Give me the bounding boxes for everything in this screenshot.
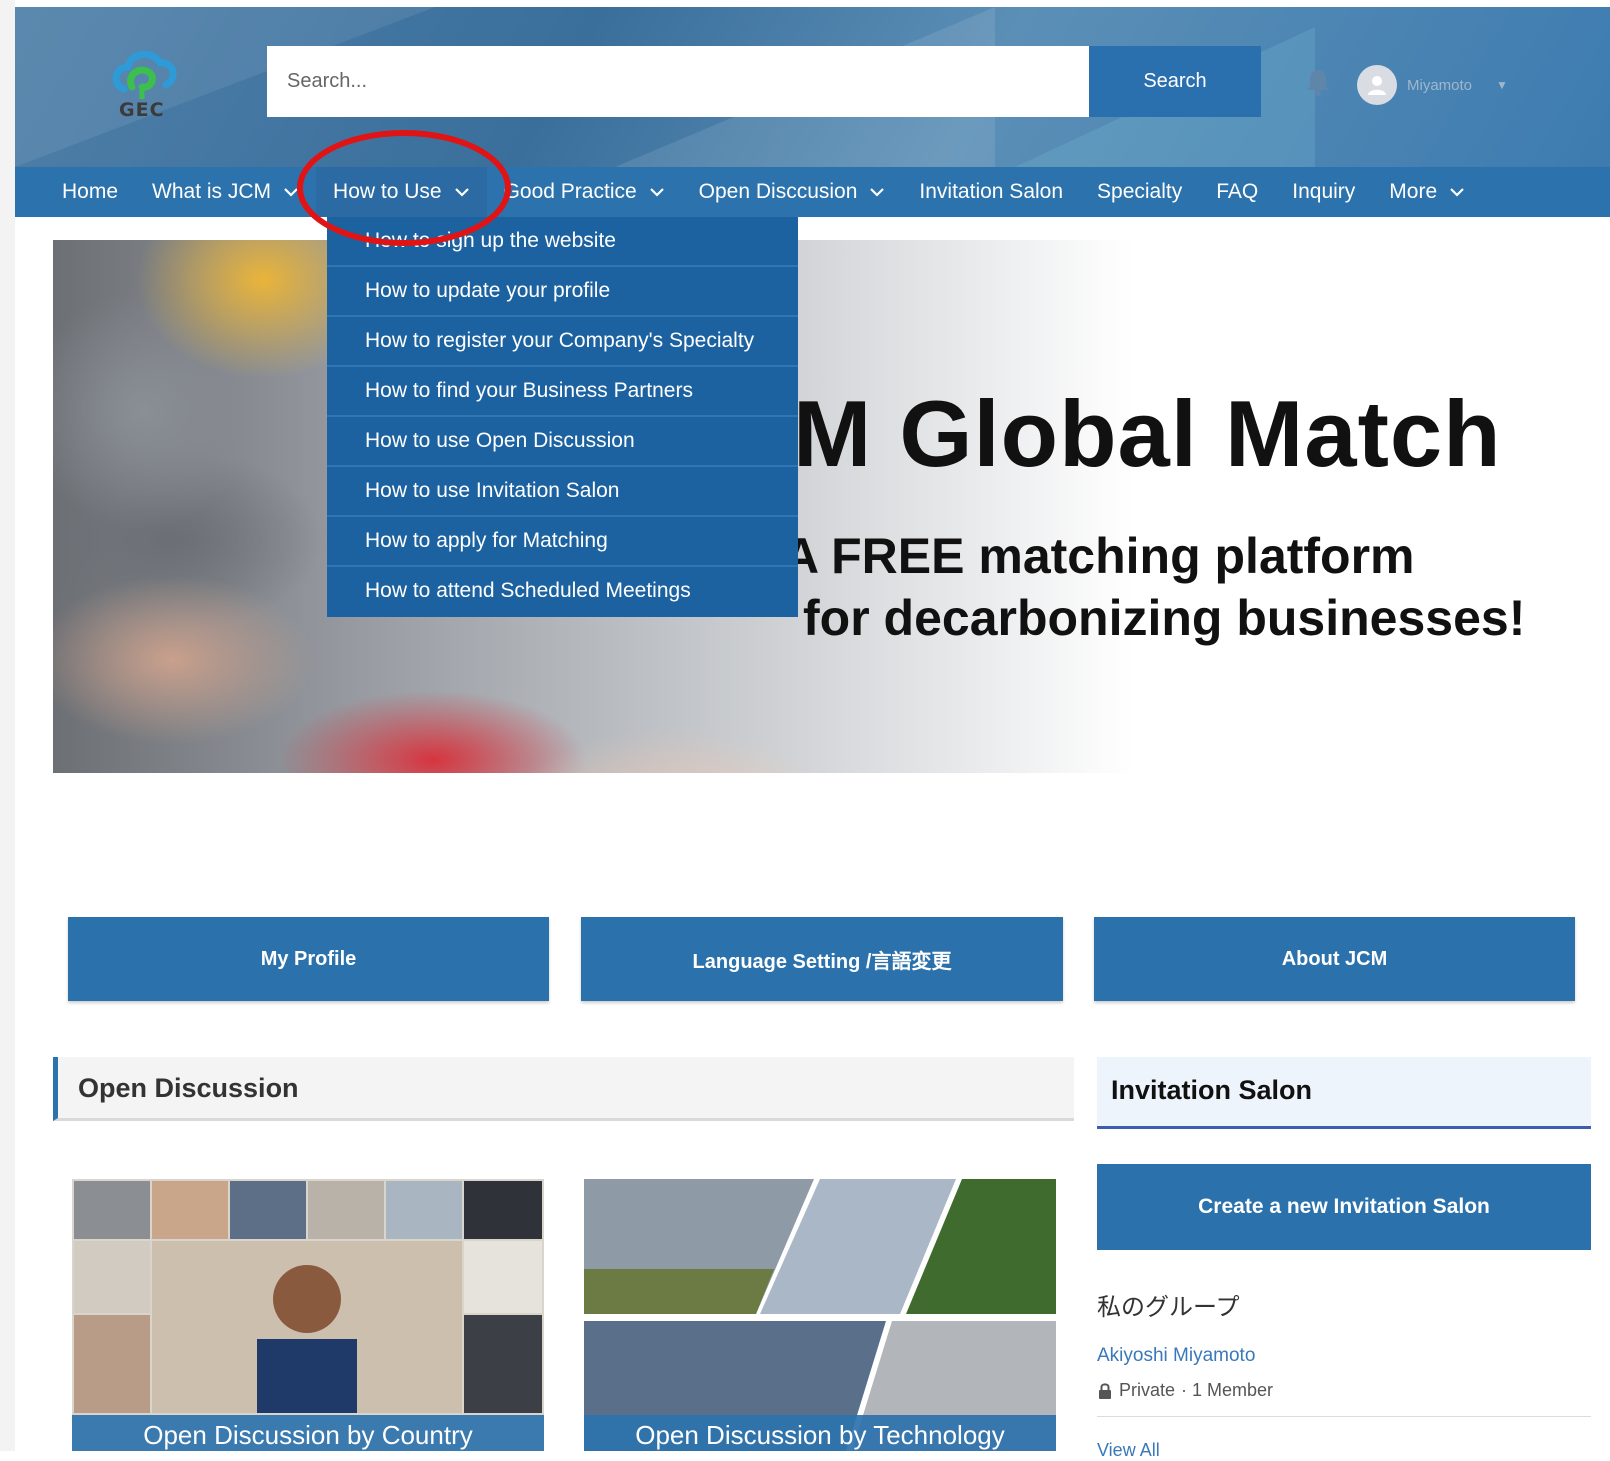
- my-profile-button[interactable]: My Profile: [68, 917, 549, 1001]
- caret-down-icon: ▼: [1496, 78, 1508, 92]
- group-privacy: Private: [1119, 1380, 1176, 1400]
- my-groups-heading: 私のグループ: [1097, 1293, 1240, 1321]
- chevron-down-icon: [1450, 188, 1464, 197]
- group-meta: Private · 1 Member: [1097, 1380, 1273, 1401]
- nav-label: How to Use: [333, 180, 442, 203]
- hero-subtitle-line2: for decarbonizing businesses!: [803, 590, 1526, 646]
- discussion-card-technology[interactable]: Open Discussion by Technology: [584, 1179, 1056, 1451]
- nav-label: More: [1389, 180, 1438, 203]
- chevron-down-icon: [649, 188, 664, 197]
- open-discussion-header: Open Discussion: [53, 1057, 1074, 1121]
- how-to-use-dropdown: How to sign up the website How to update…: [327, 217, 798, 617]
- card-caption: Open Discussion by Technology: [584, 1415, 1056, 1451]
- user-menu[interactable]: Miyamoto ▼: [1357, 65, 1508, 105]
- language-setting-button[interactable]: Language Setting /言語変更: [581, 917, 1063, 1001]
- dropdown-item[interactable]: How to use Invitation Salon: [327, 467, 798, 517]
- dropdown-item[interactable]: How to attend Scheduled Meetings: [327, 567, 798, 617]
- site-header: GEC Search Miyamoto ▼: [15, 7, 1610, 167]
- dropdown-item[interactable]: How to update your profile: [327, 267, 798, 317]
- hero-subtitle-line1: A FREE matching platform: [783, 528, 1415, 584]
- search-button[interactable]: Search: [1089, 46, 1261, 117]
- page-left-border: [0, 0, 15, 1451]
- nav-item-specialty[interactable]: Specialty: [1080, 167, 1199, 217]
- dropdown-item[interactable]: How to sign up the website: [327, 217, 798, 267]
- nav-item-what-is-jcm[interactable]: What is JCM: [135, 167, 316, 217]
- nav-label: Good Practice: [503, 180, 637, 203]
- user-name: Miyamoto: [1407, 76, 1473, 94]
- nav-item-more[interactable]: More: [1372, 167, 1482, 217]
- group-link[interactable]: Akiyoshi Miyamoto: [1097, 1345, 1255, 1367]
- nav-item-faq[interactable]: FAQ: [1199, 167, 1275, 217]
- technology-collage-image: [584, 1179, 1056, 1451]
- discussion-card-country[interactable]: Open Discussion by Country: [72, 1179, 544, 1451]
- dropdown-item[interactable]: How to apply for Matching: [327, 517, 798, 567]
- lock-icon: [1099, 1382, 1111, 1399]
- bell-icon[interactable]: [1303, 67, 1333, 97]
- nav-label: Inquiry: [1292, 180, 1356, 203]
- nav-item-inquiry[interactable]: Inquiry: [1275, 167, 1372, 217]
- group-members: · 1 Member: [1181, 1380, 1274, 1400]
- invitation-salon-header: Invitation Salon: [1097, 1057, 1591, 1129]
- main-nav: Home What is JCM How to Use Good Practic…: [15, 167, 1610, 217]
- dropdown-item[interactable]: How to register your Company's Specialty: [327, 317, 798, 367]
- dropdown-item[interactable]: How to find your Business Partners: [327, 367, 798, 417]
- nav-label: Specialty: [1097, 180, 1183, 203]
- card-caption: Open Discussion by Country: [72, 1415, 544, 1451]
- nav-item-open-discussion[interactable]: Open Disccusion: [682, 167, 903, 217]
- hero-title: M Global Match: [793, 381, 1502, 486]
- logo-text: GEC: [119, 99, 165, 121]
- nav-label: Home: [62, 180, 119, 203]
- hero-subtitle: A FREE matching platform for decarbonizi…: [783, 525, 1525, 649]
- create-invitation-salon-button[interactable]: Create a new Invitation Salon: [1097, 1164, 1591, 1250]
- section-title: Open Discussion: [78, 1073, 299, 1103]
- dropdown-item[interactable]: How to use Open Discussion: [327, 417, 798, 467]
- nav-item-how-to-use[interactable]: How to Use: [316, 167, 487, 217]
- about-jcm-button[interactable]: About JCM: [1094, 917, 1575, 1001]
- nav-label: Open Disccusion: [698, 180, 858, 203]
- section-title: Invitation Salon: [1111, 1075, 1313, 1105]
- hero-banner: M Global Match A FREE matching platform …: [53, 240, 1610, 773]
- search-input[interactable]: [267, 46, 1089, 117]
- nav-item-invitation-salon[interactable]: Invitation Salon: [902, 167, 1080, 217]
- nav-label: FAQ: [1216, 180, 1259, 203]
- nav-label: Invitation Salon: [919, 180, 1064, 203]
- nav-label: What is JCM: [152, 180, 272, 203]
- chevron-down-icon: [454, 188, 469, 197]
- nav-item-home[interactable]: Home: [15, 167, 135, 217]
- divider: [1097, 1416, 1591, 1417]
- chevron-down-icon: [284, 188, 298, 197]
- avatar: [1357, 65, 1397, 105]
- people-grid-image: [72, 1179, 544, 1451]
- nav-item-good-practice[interactable]: Good Practice: [487, 167, 682, 217]
- chevron-down-icon: [870, 188, 885, 197]
